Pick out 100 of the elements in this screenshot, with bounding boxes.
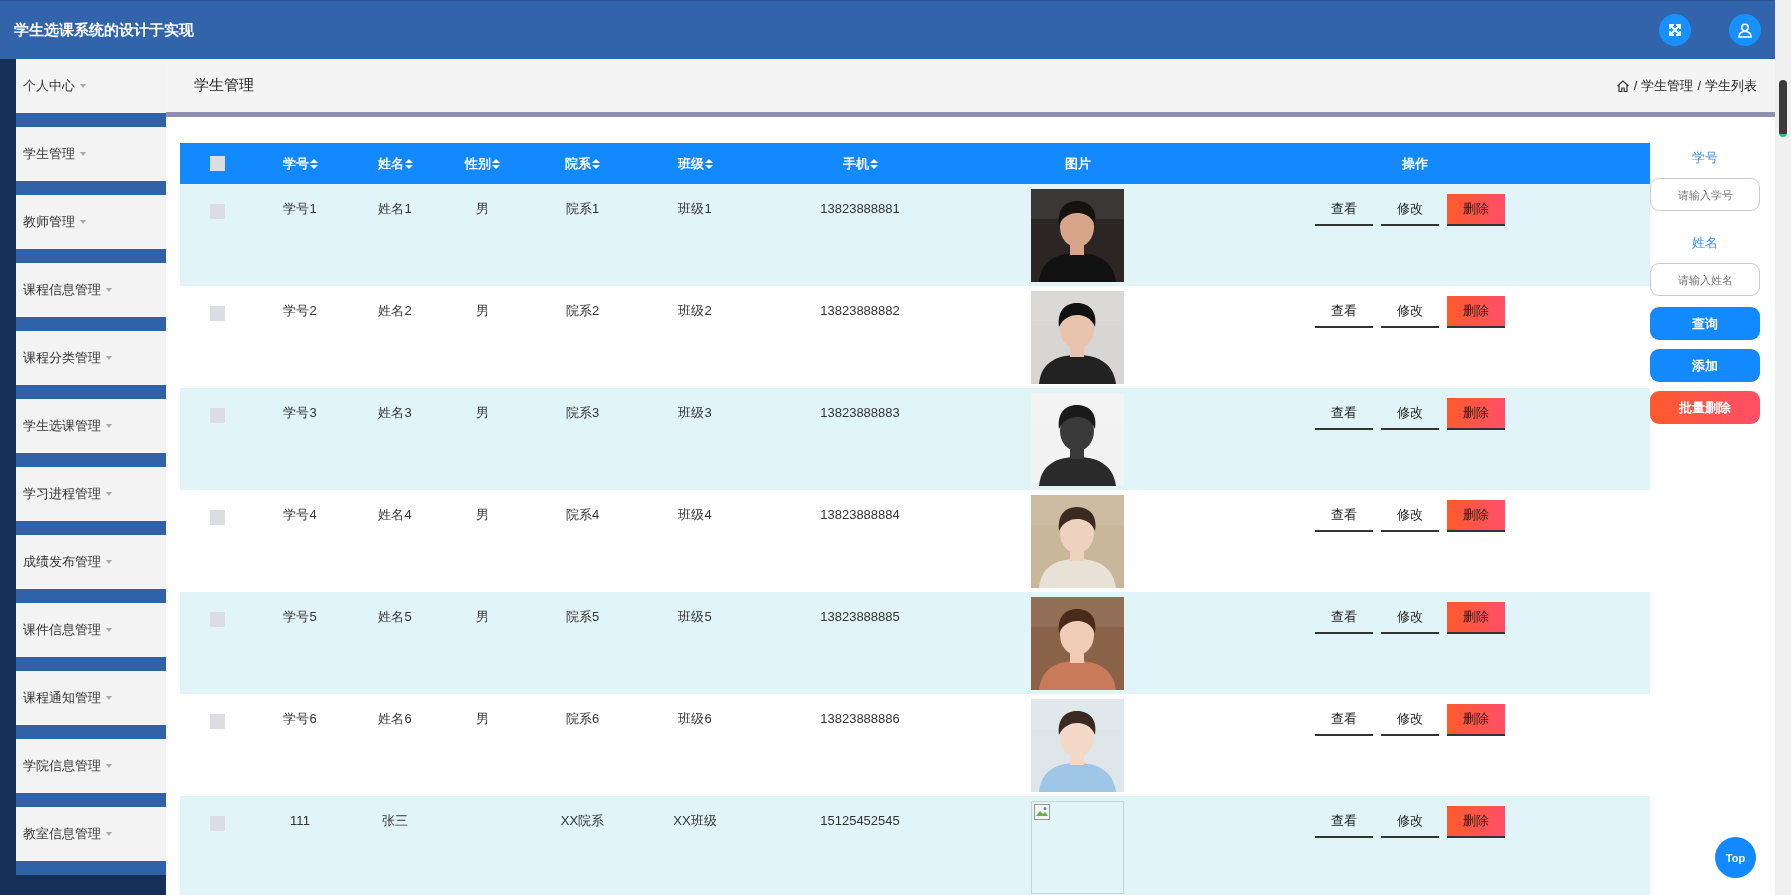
caret-icon <box>80 220 86 224</box>
delete-button[interactable]: 删除 <box>1447 194 1505 226</box>
row-checkbox[interactable] <box>210 714 225 729</box>
sort-icon <box>492 158 500 169</box>
field-label: 姓名 <box>1692 234 1718 252</box>
menu-item[interactable]: 教师管理 <box>16 195 166 263</box>
menu-item[interactable]: 课程信息管理 <box>16 263 166 331</box>
menu-item[interactable]: 课件信息管理 <box>16 603 166 671</box>
caret-icon <box>106 288 112 292</box>
field-label: 学号 <box>1692 149 1718 167</box>
caret-icon <box>106 560 112 564</box>
table-cell: 男 <box>476 609 489 625</box>
table-cell: 男 <box>476 507 489 523</box>
table-cell: 班级6 <box>678 711 712 727</box>
table-cell: 姓名5 <box>378 609 412 625</box>
table-cell: 班级4 <box>678 507 712 523</box>
table-cell: 学号5 <box>283 609 317 625</box>
delete-button[interactable]: 删除 <box>1447 500 1505 532</box>
menu-item[interactable]: 学生管理 <box>16 127 166 195</box>
user-icon <box>1737 22 1753 38</box>
menu-item[interactable]: 个人中心 <box>16 59 166 127</box>
search-field[interactable]: 请输入姓名 <box>1650 263 1760 296</box>
table-cell: 15125452545 <box>820 813 900 829</box>
table-cell: XX院系 <box>560 813 605 829</box>
table-cell: 13823888886 <box>820 711 900 727</box>
table-cell: 姓名2 <box>378 303 412 319</box>
sort-icon <box>704 158 713 169</box>
menu-item[interactable]: 教室信息管理 <box>16 807 166 875</box>
table-cell: 13823888884 <box>820 507 900 523</box>
sort-icon <box>309 158 318 169</box>
table-cell: 学号1 <box>283 201 317 217</box>
table-cell: 男 <box>476 303 489 319</box>
column-header: 操作 <box>1401 154 1429 173</box>
table-cell: 姓名1 <box>378 201 412 217</box>
table-cell: 院系5 <box>565 609 600 625</box>
caret-icon <box>106 832 112 836</box>
table-cell: 男 <box>476 711 489 727</box>
menu-item[interactable]: 学院信息管理 <box>16 739 166 807</box>
row-checkbox[interactable] <box>210 816 225 831</box>
table-cell: 13823888885 <box>820 609 900 625</box>
row-checkbox[interactable] <box>210 612 225 627</box>
menu-item[interactable]: 成绩发布管理 <box>16 535 166 603</box>
caret-icon <box>106 696 112 700</box>
delete-button[interactable]: 删除 <box>1447 602 1505 634</box>
row-checkbox[interactable] <box>210 306 225 321</box>
breadcrumb-item: 学生列表 <box>1705 76 1757 95</box>
column-header: 图片 <box>1063 154 1092 173</box>
page-title: 学生管理 <box>194 76 255 95</box>
sort-icon <box>592 158 600 169</box>
scrollbar-thumb[interactable] <box>1779 80 1787 137</box>
sort-icon <box>869 158 878 169</box>
table-cell: 院系3 <box>565 405 600 421</box>
table-cell: 学号6 <box>283 711 317 727</box>
table-cell: 13823888883 <box>820 405 900 421</box>
menu-item[interactable]: 课程分类管理 <box>16 331 166 399</box>
delete-button[interactable]: 删除 <box>1447 296 1505 328</box>
scrollbar[interactable] <box>1775 0 1791 895</box>
caret-icon <box>106 356 112 360</box>
menu-item[interactable]: 课程通知管理 <box>16 671 166 739</box>
caret-icon <box>106 764 112 768</box>
fullscreen-button[interactable] <box>1659 14 1691 46</box>
table-cell: 班级1 <box>678 201 712 217</box>
table-cell: XX班级 <box>673 813 717 829</box>
user-button[interactable] <box>1729 14 1761 46</box>
table-cell: 13823888882 <box>820 303 900 319</box>
table-cell: 姓名6 <box>378 711 412 727</box>
delete-button[interactable]: 删除 <box>1447 806 1505 838</box>
caret-icon <box>80 152 86 156</box>
table-cell: 13823888881 <box>820 201 900 217</box>
table-cell: 男 <box>476 201 489 217</box>
menu-item[interactable]: 学习进程管理 <box>16 467 166 535</box>
breadcrumb-item[interactable]: 学生管理 <box>1641 76 1694 95</box>
table-cell: 学号3 <box>283 405 317 421</box>
table-cell: 班级2 <box>678 303 712 319</box>
menu-item[interactable]: 学生选课管理 <box>16 399 166 467</box>
table-cell: 院系4 <box>565 507 600 523</box>
table-cell: 张三 <box>382 813 408 829</box>
fullscreen-icon <box>1667 22 1683 38</box>
row-checkbox[interactable] <box>210 510 225 525</box>
home-icon[interactable] <box>1615 78 1630 93</box>
broken-image-icon <box>1034 804 1050 820</box>
delete-button[interactable]: 删除 <box>1447 398 1505 430</box>
caret-icon <box>80 84 86 88</box>
sort-icon <box>404 158 413 169</box>
row-checkbox[interactable] <box>210 204 225 219</box>
row-checkbox[interactable] <box>210 408 225 423</box>
table-cell: 班级5 <box>678 609 712 625</box>
breadcrumb-separator: / <box>1633 78 1638 93</box>
table-cell: 姓名3 <box>378 405 412 421</box>
table-cell: 院系2 <box>565 303 600 319</box>
table-cell: 学号4 <box>283 507 317 523</box>
search-field[interactable]: 请输入学号 <box>1650 178 1760 211</box>
delete-button[interactable]: 删除 <box>1447 704 1505 736</box>
table-cell: 男 <box>476 405 489 421</box>
table-cell: 111 <box>290 813 310 829</box>
table-cell: 学号2 <box>283 303 317 319</box>
select-all-checkbox[interactable] <box>210 156 225 171</box>
table-cell: 班级3 <box>678 405 712 421</box>
caret-icon <box>106 492 112 496</box>
table-cell: 院系1 <box>565 201 600 217</box>
